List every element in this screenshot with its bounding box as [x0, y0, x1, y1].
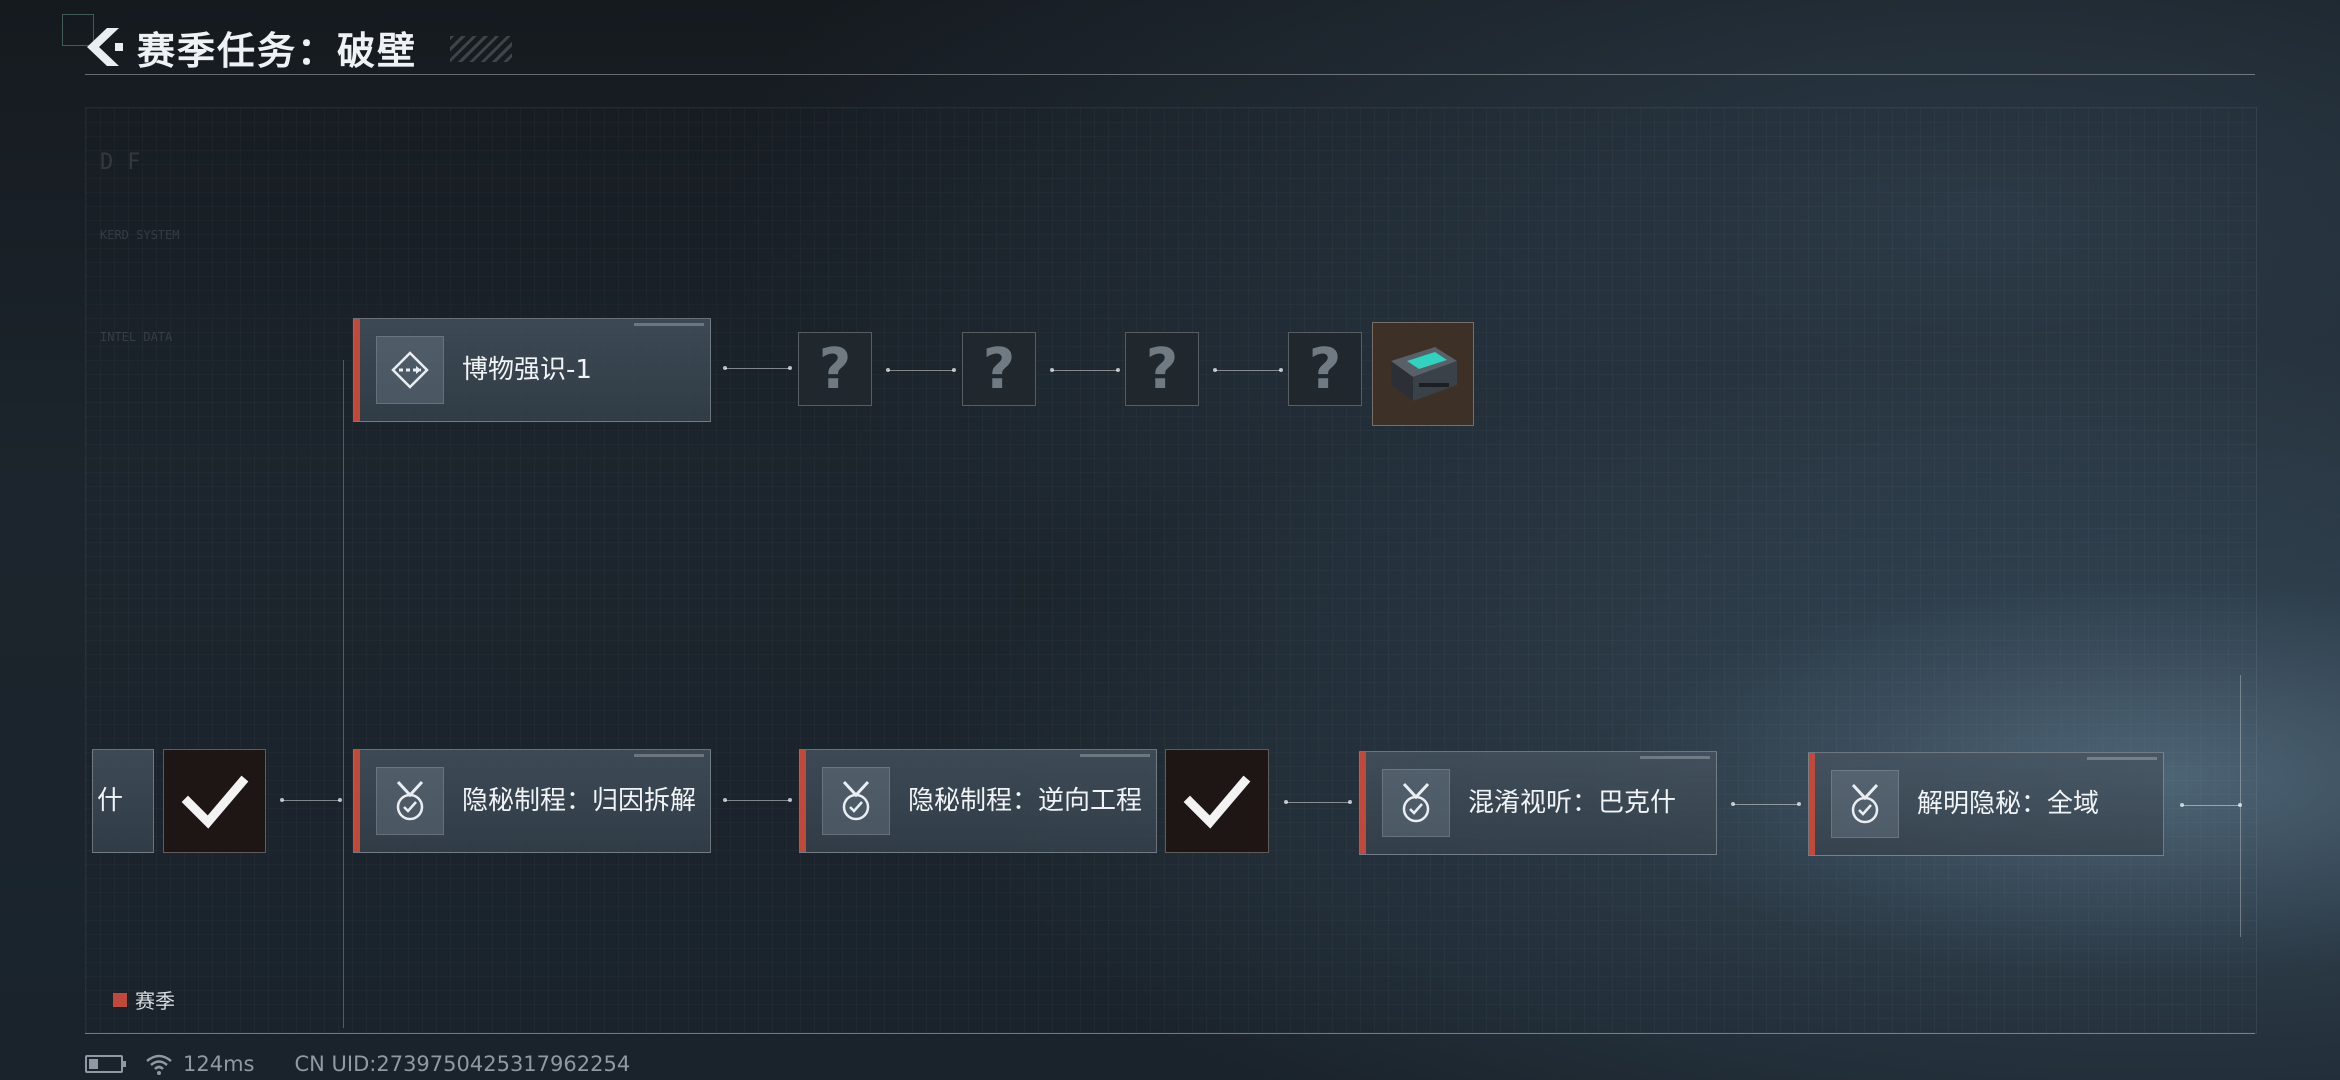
task-card-quanyu[interactable]: 解明隐秘：全域: [1808, 752, 2164, 856]
connector: [723, 366, 792, 370]
status-bar: 124ms CN UID:2739750425317962254: [85, 1052, 630, 1076]
connector: [1731, 802, 1801, 806]
medal-icon: [1382, 769, 1450, 837]
wifi-icon: [146, 1054, 172, 1075]
title-decoration: [450, 36, 512, 62]
background-grid: [85, 107, 2257, 1034]
diamond-arrows-icon: [376, 336, 444, 404]
legend-label: 赛季: [135, 989, 175, 1013]
task-label: 隐秘制程：逆向工程: [908, 786, 1143, 816]
task-label: 什: [97, 786, 124, 816]
check-icon: [181, 775, 248, 829]
locked-task[interactable]: ?: [798, 332, 872, 406]
connector: [2180, 803, 2242, 807]
connector: [1050, 368, 1120, 372]
task-card-bakeshi[interactable]: 混淆视听：巴克什: [1359, 751, 1717, 855]
card-cap: [634, 754, 704, 757]
season-accent: [800, 750, 806, 852]
medal-icon: [1831, 770, 1899, 838]
footer-divider: [85, 1033, 2255, 1034]
page-title: 赛季任务：破壁: [137, 28, 418, 73]
task-label: 解明隐秘：全域: [1917, 789, 2100, 819]
ghost-code: DF: [100, 150, 155, 175]
task-label: 博物强识-1: [462, 355, 592, 385]
card-cap: [1640, 756, 1710, 759]
medal-icon: [822, 767, 890, 835]
card-cap: [1080, 754, 1150, 757]
locked-task[interactable]: ?: [1125, 332, 1199, 406]
season-accent: [354, 750, 360, 852]
battery-icon: [85, 1055, 126, 1073]
season-accent: [1809, 753, 1815, 855]
equipment-case-icon: [1391, 347, 1457, 401]
check-icon: [1183, 775, 1251, 829]
locked-task[interactable]: ?: [962, 332, 1036, 406]
ghost-text: KERD SYSTEM: [100, 228, 180, 242]
connector: [723, 798, 792, 802]
ghost-text: INTEL DATA: [100, 330, 173, 344]
connector: [280, 798, 342, 802]
page-header: 赛季任务：破壁: [85, 22, 418, 73]
season-accent: [1360, 752, 1366, 854]
uid-text: CN UID:2739750425317962254: [294, 1052, 631, 1076]
task-card-partial[interactable]: 什: [92, 749, 154, 853]
ping-value: 124ms: [183, 1052, 255, 1076]
connector: [886, 368, 956, 372]
card-cap: [634, 323, 704, 326]
card-cap: [2087, 757, 2157, 760]
reward-item[interactable]: [1372, 322, 1474, 426]
completed-reward[interactable]: [1165, 749, 1269, 853]
back-arrow-icon[interactable]: [85, 26, 123, 68]
task-card-nixiang[interactable]: 隐秘制程：逆向工程: [799, 749, 1157, 853]
locked-task[interactable]: ?: [1288, 332, 1362, 406]
season-accent: [354, 319, 360, 421]
header-divider: [85, 74, 2255, 75]
task-label: 混淆视听：巴克什: [1468, 788, 1677, 818]
legend: 赛季: [113, 985, 175, 1014]
completed-reward[interactable]: [163, 749, 266, 853]
legend-swatch: [113, 992, 127, 1007]
task-label: 隐秘制程：归因拆解: [462, 786, 697, 816]
task-card-bowu[interactable]: 博物强识-1: [353, 318, 711, 422]
task-card-guiyin[interactable]: 隐秘制程：归因拆解: [353, 749, 711, 853]
branch-line: [343, 360, 344, 1028]
connector: [1213, 368, 1283, 372]
medal-icon: [376, 767, 444, 835]
connector: [1284, 800, 1352, 804]
